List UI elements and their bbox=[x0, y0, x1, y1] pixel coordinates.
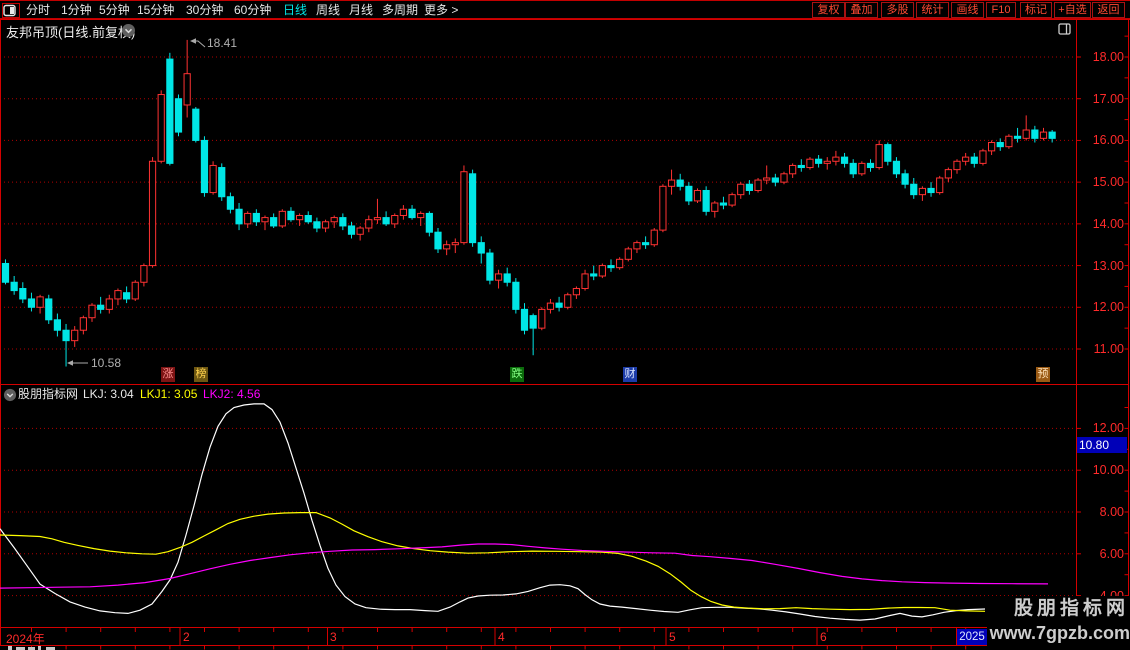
window-layout-icon[interactable] bbox=[2, 3, 20, 18]
chart-plot-svg[interactable] bbox=[0, 0, 1130, 650]
candles-group bbox=[2, 40, 1055, 367]
menu-button-7[interactable]: 标记 bbox=[1020, 2, 1052, 18]
x-axis-year-box: 2025 bbox=[957, 629, 987, 645]
chart-title: 友邦吊顶(日线.前复权) bbox=[6, 22, 135, 41]
layout-icon bbox=[3, 4, 16, 17]
menu-button-8[interactable]: +自选 bbox=[1054, 2, 1091, 18]
price-axis-label: 17.00 bbox=[1080, 92, 1124, 106]
indicator-line-LKJ2 bbox=[0, 544, 1048, 588]
indicator-chevron-down-icon[interactable] bbox=[3, 388, 17, 402]
time-axis-label: 3 bbox=[330, 630, 337, 644]
indicator-value-1: LKJ: 3.04 bbox=[83, 387, 134, 402]
menu-button-1[interactable]: 复权 bbox=[812, 2, 845, 18]
title-chevron-down-icon[interactable] bbox=[121, 23, 136, 38]
low-price-annotation: 10.58 bbox=[91, 356, 121, 370]
menu-item-11[interactable]: 更多 > bbox=[424, 3, 458, 18]
high-price-annotation: 18.41 bbox=[207, 36, 237, 50]
event-tag-榜[interactable]: 榜 bbox=[194, 367, 208, 382]
price-axis-label: 13.00 bbox=[1080, 259, 1124, 273]
price-axis-label: 11.00 bbox=[1080, 342, 1124, 356]
menu-item-8[interactable]: 周线 bbox=[316, 3, 340, 18]
axis-last-value-box: 10.80 bbox=[1077, 437, 1127, 453]
menu-item-1[interactable]: 分时 bbox=[26, 3, 50, 18]
indicator-source-label: 股朋指标网 bbox=[18, 387, 78, 402]
time-axis-label: 4 bbox=[498, 630, 505, 644]
high-annotation-arrowhead bbox=[190, 38, 196, 43]
low-annotation-arrowhead bbox=[67, 360, 73, 365]
menu-item-10[interactable]: 多周期 bbox=[382, 3, 418, 18]
time-axis-label: 5 bbox=[669, 630, 676, 644]
indicator-value-3: LKJ2: 4.56 bbox=[203, 387, 260, 402]
menu-item-7[interactable]: 日线 bbox=[283, 3, 307, 18]
menu-item-9[interactable]: 月线 bbox=[349, 3, 373, 18]
price-axis-label: 16.00 bbox=[1080, 133, 1124, 147]
menu-button-4[interactable]: 统计 bbox=[916, 2, 949, 18]
watermark-site-url: www.7gpzb.com bbox=[987, 621, 1130, 645]
price-axis-label: 18.00 bbox=[1080, 50, 1124, 64]
event-tag-跌[interactable]: 跌 bbox=[510, 367, 524, 382]
menu-button-6[interactable]: F10 bbox=[986, 2, 1016, 18]
price-axis-label: 14.00 bbox=[1080, 217, 1124, 231]
menu-item-2[interactable]: 1分钟 bbox=[61, 3, 92, 18]
menu-button-3[interactable]: 多股 bbox=[881, 2, 914, 18]
panel-maximize-icon[interactable] bbox=[1058, 23, 1071, 35]
watermark-site-name: 股朋指标网 bbox=[987, 596, 1129, 621]
indicator-axis-label: 6.00 bbox=[1080, 547, 1124, 561]
price-axis-label: 12.00 bbox=[1080, 300, 1124, 314]
menu-button-2[interactable]: 叠加 bbox=[845, 2, 878, 18]
time-axis-label: 2 bbox=[183, 630, 190, 644]
event-tag-预[interactable]: 预 bbox=[1036, 367, 1050, 382]
indicator-axis-label: 12.00 bbox=[1080, 421, 1124, 435]
menu-item-4[interactable]: 15分钟 bbox=[137, 3, 174, 18]
event-tag-涨[interactable]: 涨 bbox=[161, 367, 175, 382]
watermark: 股朋指标网 www.7gpzb.com bbox=[987, 596, 1130, 650]
menu-item-5[interactable]: 30分钟 bbox=[186, 3, 223, 18]
event-tag-财[interactable]: 财 bbox=[623, 367, 637, 382]
indicator-axis-label: 8.00 bbox=[1080, 505, 1124, 519]
menu-button-5[interactable]: 画线 bbox=[951, 2, 984, 18]
price-axis-label: 15.00 bbox=[1080, 175, 1124, 189]
top-menubar: 分时 1分钟 5分钟 15分钟 30分钟 60分钟日线周线月线多周期更多 > 复权叠加多股… bbox=[0, 0, 1130, 19]
indicator-axis-label: 10.00 bbox=[1080, 463, 1124, 477]
menu-button-9[interactable]: 返回 bbox=[1092, 2, 1125, 18]
indicator-value-2: LKJ1: 3.05 bbox=[140, 387, 197, 402]
menu-item-6[interactable]: 60分钟 bbox=[234, 3, 271, 18]
menu-item-3[interactable]: 5分钟 bbox=[99, 3, 130, 18]
indicator-line-LKJ1 bbox=[0, 513, 985, 612]
time-axis-label: 6 bbox=[820, 630, 827, 644]
time-axis-label: 2024年 bbox=[6, 630, 45, 647]
trading-app-window: 分时 1分钟 5分钟 15分钟 30分钟 60分钟日线周线月线多周期更多 > 复权叠加多股… bbox=[0, 0, 1130, 650]
